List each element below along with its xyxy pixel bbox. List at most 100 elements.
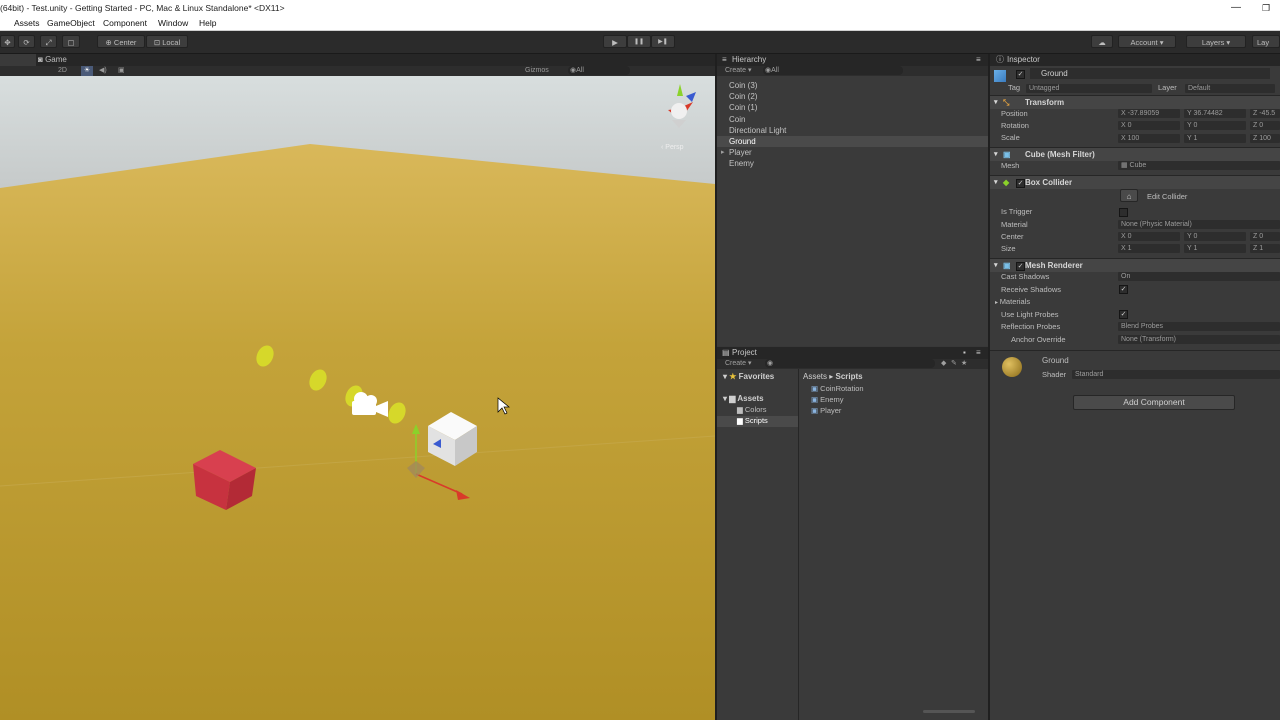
panel-menu-icon[interactable]: ≡: [976, 54, 981, 66]
breadcrumb-scripts[interactable]: Scripts: [836, 372, 863, 381]
project-create-button[interactable]: Create ▾: [725, 359, 751, 369]
scale-tool-button[interactable]: ⤢: [40, 35, 57, 48]
minimize-button[interactable]: —: [1230, 0, 1242, 16]
size-x-field[interactable]: X 1: [1118, 244, 1180, 253]
gizmos-dropdown[interactable]: Gizmos: [525, 66, 549, 76]
hierarchy-item[interactable]: Coin (1): [729, 102, 757, 113]
receive-shadows-checkbox[interactable]: ✓: [1119, 285, 1128, 294]
perspective-label[interactable]: ‹ Persp: [661, 144, 684, 151]
size-y-field[interactable]: Y 1: [1184, 244, 1246, 253]
cloud-button[interactable]: ☁: [1091, 35, 1113, 48]
folder-scripts[interactable]: ▆ Scripts: [737, 416, 768, 425]
physic-material-field[interactable]: None (Physic Material): [1118, 220, 1280, 229]
script-file[interactable]: ▣ CoinRotation: [811, 384, 864, 393]
add-component-button[interactable]: Add Component: [1073, 395, 1235, 410]
rotation-x-field[interactable]: X 0: [1118, 121, 1180, 130]
menu-window[interactable]: Window: [158, 16, 188, 30]
menu-component[interactable]: Component: [103, 16, 147, 30]
hierarchy-item[interactable]: Enemy: [729, 158, 754, 169]
lighting-toggle[interactable]: ☀: [81, 66, 93, 76]
mesh-filter-header[interactable]: ▾ ▣ Cube (Mesh Filter): [990, 147, 1280, 161]
object-name-field[interactable]: Ground: [1030, 68, 1270, 79]
play-button[interactable]: ▶: [603, 35, 627, 48]
shader-dropdown[interactable]: Standard: [1072, 370, 1280, 379]
tab-scene[interactable]: [0, 54, 36, 66]
favorites-section[interactable]: ▾ ★ Favorites: [723, 372, 774, 381]
lock-icon[interactable]: ▪: [963, 347, 966, 359]
layout-dropdown[interactable]: Lay: [1252, 35, 1280, 48]
move-tool-button[interactable]: ✥: [0, 35, 15, 48]
menu-gameobject[interactable]: GameObject: [47, 16, 95, 30]
panel-menu-icon[interactable]: ≡: [976, 347, 981, 359]
position-x-field[interactable]: X -37.89059: [1118, 109, 1180, 118]
size-z-field[interactable]: Z 1: [1250, 244, 1280, 253]
pivot-space-button[interactable]: ⊡ Local: [146, 35, 188, 48]
cast-shadows-dropdown[interactable]: On: [1118, 272, 1280, 281]
rotate-tool-button[interactable]: ⟳: [18, 35, 35, 48]
layer-dropdown[interactable]: Default: [1185, 84, 1275, 93]
mesh-renderer-header[interactable]: ▾ ▣ Mesh Renderer: [990, 258, 1280, 272]
scale-x-field[interactable]: X 100: [1118, 134, 1180, 143]
scene-search-input[interactable]: ◉All: [568, 66, 630, 75]
rotation-z-field[interactable]: Z 0: [1250, 121, 1280, 130]
tab-game[interactable]: ◙ Game: [38, 54, 88, 66]
anchor-override-field[interactable]: None (Transform): [1118, 335, 1280, 344]
materials-foldout[interactable]: ▸ Materials: [995, 296, 1030, 307]
maximize-button[interactable]: ❐: [1260, 0, 1272, 16]
effects-toggle[interactable]: ▣: [118, 66, 125, 76]
menu-assets[interactable]: Assets: [14, 16, 40, 30]
box-collider-enabled-checkbox[interactable]: ✓: [1016, 179, 1025, 188]
hierarchy-item[interactable]: Coin (3): [729, 80, 757, 91]
inspector-tab[interactable]: ⓘ Inspector: [990, 54, 1280, 66]
breadcrumb-assets[interactable]: Assets: [803, 372, 827, 381]
favorite-icon[interactable]: ★: [961, 359, 967, 369]
hierarchy-item[interactable]: Directional Light: [729, 125, 786, 136]
pivot-center-button[interactable]: ⊕ Center: [97, 35, 145, 48]
expand-arrow-icon[interactable]: ▸: [721, 147, 725, 158]
script-file[interactable]: ▣ Enemy: [811, 395, 844, 404]
filter-label-icon[interactable]: ✎: [951, 359, 957, 369]
project-search-input[interactable]: ◉: [765, 359, 935, 368]
rect-tool-button[interactable]: ▢: [62, 35, 80, 48]
center-x-field[interactable]: X 0: [1118, 232, 1180, 241]
center-y-field[interactable]: Y 0: [1184, 232, 1246, 241]
hierarchy-tab[interactable]: ≡ Hierarchy ≡: [717, 54, 988, 66]
mesh-field[interactable]: ▦ Cube: [1118, 161, 1280, 170]
filter-type-icon[interactable]: ◆: [941, 359, 946, 369]
layers-dropdown[interactable]: Layers ▾: [1186, 35, 1246, 48]
edit-collider-button[interactable]: ⌂: [1120, 189, 1138, 202]
is-trigger-checkbox[interactable]: [1119, 208, 1128, 217]
account-dropdown[interactable]: Account ▾: [1118, 35, 1176, 48]
step-button[interactable]: ▶❚: [651, 35, 675, 48]
mode-2d-toggle[interactable]: 2D: [58, 66, 67, 76]
tag-dropdown[interactable]: Untagged: [1026, 84, 1152, 93]
position-z-field[interactable]: Z -45.5: [1250, 109, 1280, 118]
light-probes-checkbox[interactable]: ✓: [1119, 310, 1128, 319]
center-z-field[interactable]: Z 0: [1250, 232, 1280, 241]
scale-z-field[interactable]: Z 100: [1250, 134, 1280, 143]
scene-viewport[interactable]: ‹ Persp: [0, 76, 715, 720]
hierarchy-search-input[interactable]: ◉All: [763, 66, 903, 75]
box-collider-header[interactable]: ▾ ◆ Box Collider: [990, 175, 1280, 189]
hierarchy-item[interactable]: Coin: [729, 114, 745, 125]
reflection-probes-dropdown[interactable]: Blend Probes: [1118, 322, 1280, 331]
scale-y-field[interactable]: Y 1: [1184, 134, 1246, 143]
project-tab[interactable]: ▤ Project ▪ ≡: [717, 347, 988, 359]
hierarchy-item[interactable]: Player: [729, 147, 752, 158]
transform-header[interactable]: ▾ ⤡ Transform: [990, 95, 1280, 109]
menu-help[interactable]: Help: [199, 16, 216, 30]
active-checkbox[interactable]: ✓: [1016, 70, 1025, 79]
audio-toggle[interactable]: ◀): [99, 66, 107, 76]
icon-size-slider[interactable]: [923, 710, 975, 713]
mesh-renderer-enabled-checkbox[interactable]: ✓: [1016, 262, 1025, 271]
rotation-y-field[interactable]: Y 0: [1184, 121, 1246, 130]
pause-button[interactable]: ❚❚: [627, 35, 651, 48]
hierarchy-item[interactable]: Coin (2): [729, 91, 757, 102]
hierarchy-item-selected[interactable]: Ground: [729, 136, 756, 147]
position-y-field[interactable]: Y 36.74482: [1184, 109, 1246, 118]
hierarchy-create-button[interactable]: Create ▾: [725, 66, 751, 76]
script-file[interactable]: ▣ Player: [811, 406, 841, 415]
ground-plane[interactable]: [0, 144, 715, 720]
assets-folder[interactable]: ▾ ▆ Assets: [723, 394, 764, 403]
folder-colors[interactable]: ▆ Colors: [737, 405, 767, 414]
